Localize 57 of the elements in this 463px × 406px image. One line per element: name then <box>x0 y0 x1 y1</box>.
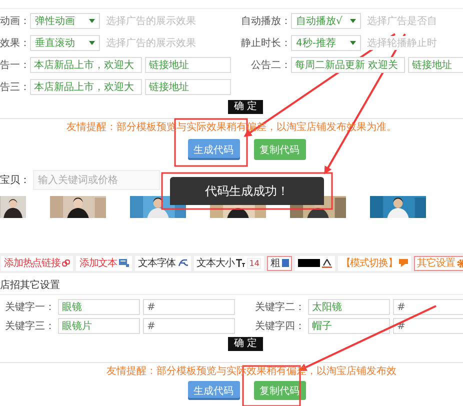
caret-icon <box>89 41 95 45</box>
dropdown[interactable]: 垂直滚动 <box>30 35 100 51</box>
toolbar-button[interactable]: 添加文本 <box>76 256 132 270</box>
text-color-icon <box>322 258 332 268</box>
hint-text: 选择广告是否自 <box>367 14 437 28</box>
field-label: 关键字一： <box>5 300 55 314</box>
link-field[interactable]: 链接地址 <box>145 57 231 73</box>
hint-text: 选择轮播静止时 <box>367 36 437 50</box>
toolbar-button[interactable]: 添加热点链接 <box>1 256 74 270</box>
text-field[interactable]: 本店新品上市，欢迎大 <box>30 79 142 95</box>
action-button[interactable]: 生成代码 <box>188 139 240 160</box>
dropdown[interactable]: 弹性动画 <box>30 13 100 29</box>
dropdown[interactable]: 自动播放√ <box>291 13 361 29</box>
color-swatch[interactable] <box>298 259 320 267</box>
text-field[interactable]: 帽子 <box>308 318 390 334</box>
font-icon <box>178 259 188 267</box>
text-field[interactable]: 太阳镜 <box>308 299 390 315</box>
dropdown[interactable]: 4秒-推荐 <box>291 35 361 51</box>
action-button[interactable]: 复制代码 <box>254 139 306 160</box>
caret-icon <box>89 19 95 23</box>
text-field[interactable]: 每周二新品更新 欢迎关 <box>291 57 405 73</box>
link-field[interactable]: 链接地址 <box>408 57 463 73</box>
toolbar-button[interactable]: 其它设置 <box>414 256 463 270</box>
toolbar-button[interactable]: 文本字体 <box>135 256 191 270</box>
text-box-icon <box>119 259 130 267</box>
mode-icon <box>399 259 408 267</box>
hint-text: 选择广告的展示效果 <box>106 36 196 50</box>
caret-icon <box>350 41 356 45</box>
link-field[interactable]: 链接地址 <box>145 79 231 95</box>
section-title: 店招其它设置 <box>0 279 463 295</box>
link-field[interactable]: # <box>143 318 235 334</box>
text-field[interactable]: 眼镜 <box>58 299 140 315</box>
link-icon <box>62 259 70 267</box>
toast-message: 代码生成成功！ <box>170 177 324 205</box>
action-button[interactable]: 生成代码 <box>188 381 240 400</box>
bold-icon <box>282 259 289 267</box>
text-field[interactable]: 眼镜片 <box>58 318 140 334</box>
toolbar-button[interactable]: 粗 <box>267 256 292 270</box>
confirm-button[interactable]: 确 定 <box>228 100 264 114</box>
settings-icon <box>456 258 463 268</box>
link-field[interactable]: # <box>393 299 463 315</box>
text-field[interactable]: 本店新品上市，欢迎大 <box>30 57 142 73</box>
action-button[interactable]: 复制代码 <box>254 381 306 400</box>
search-field[interactable]: 输入关键词或价格 <box>33 170 160 190</box>
field-label: 关键字二： <box>255 300 305 314</box>
toolbar-button[interactable]: 【模式切换】 <box>338 256 412 270</box>
toolbar-button[interactable] <box>294 256 335 270</box>
field-label: 关键字四： <box>255 320 305 333</box>
search-label: 宝贝： <box>0 174 31 187</box>
hint-text: 选择广告的展示效果 <box>106 14 196 28</box>
toolbar-button[interactable]: 文本大小 14 <box>194 256 264 270</box>
confirm-button[interactable]: 确 定 <box>228 337 264 351</box>
font-size-field[interactable]: 14 <box>247 258 262 268</box>
field-label: 关键字三： <box>5 320 55 333</box>
caret-icon <box>350 19 356 23</box>
link-field[interactable]: # <box>143 299 235 315</box>
text-size-icon <box>236 259 246 267</box>
